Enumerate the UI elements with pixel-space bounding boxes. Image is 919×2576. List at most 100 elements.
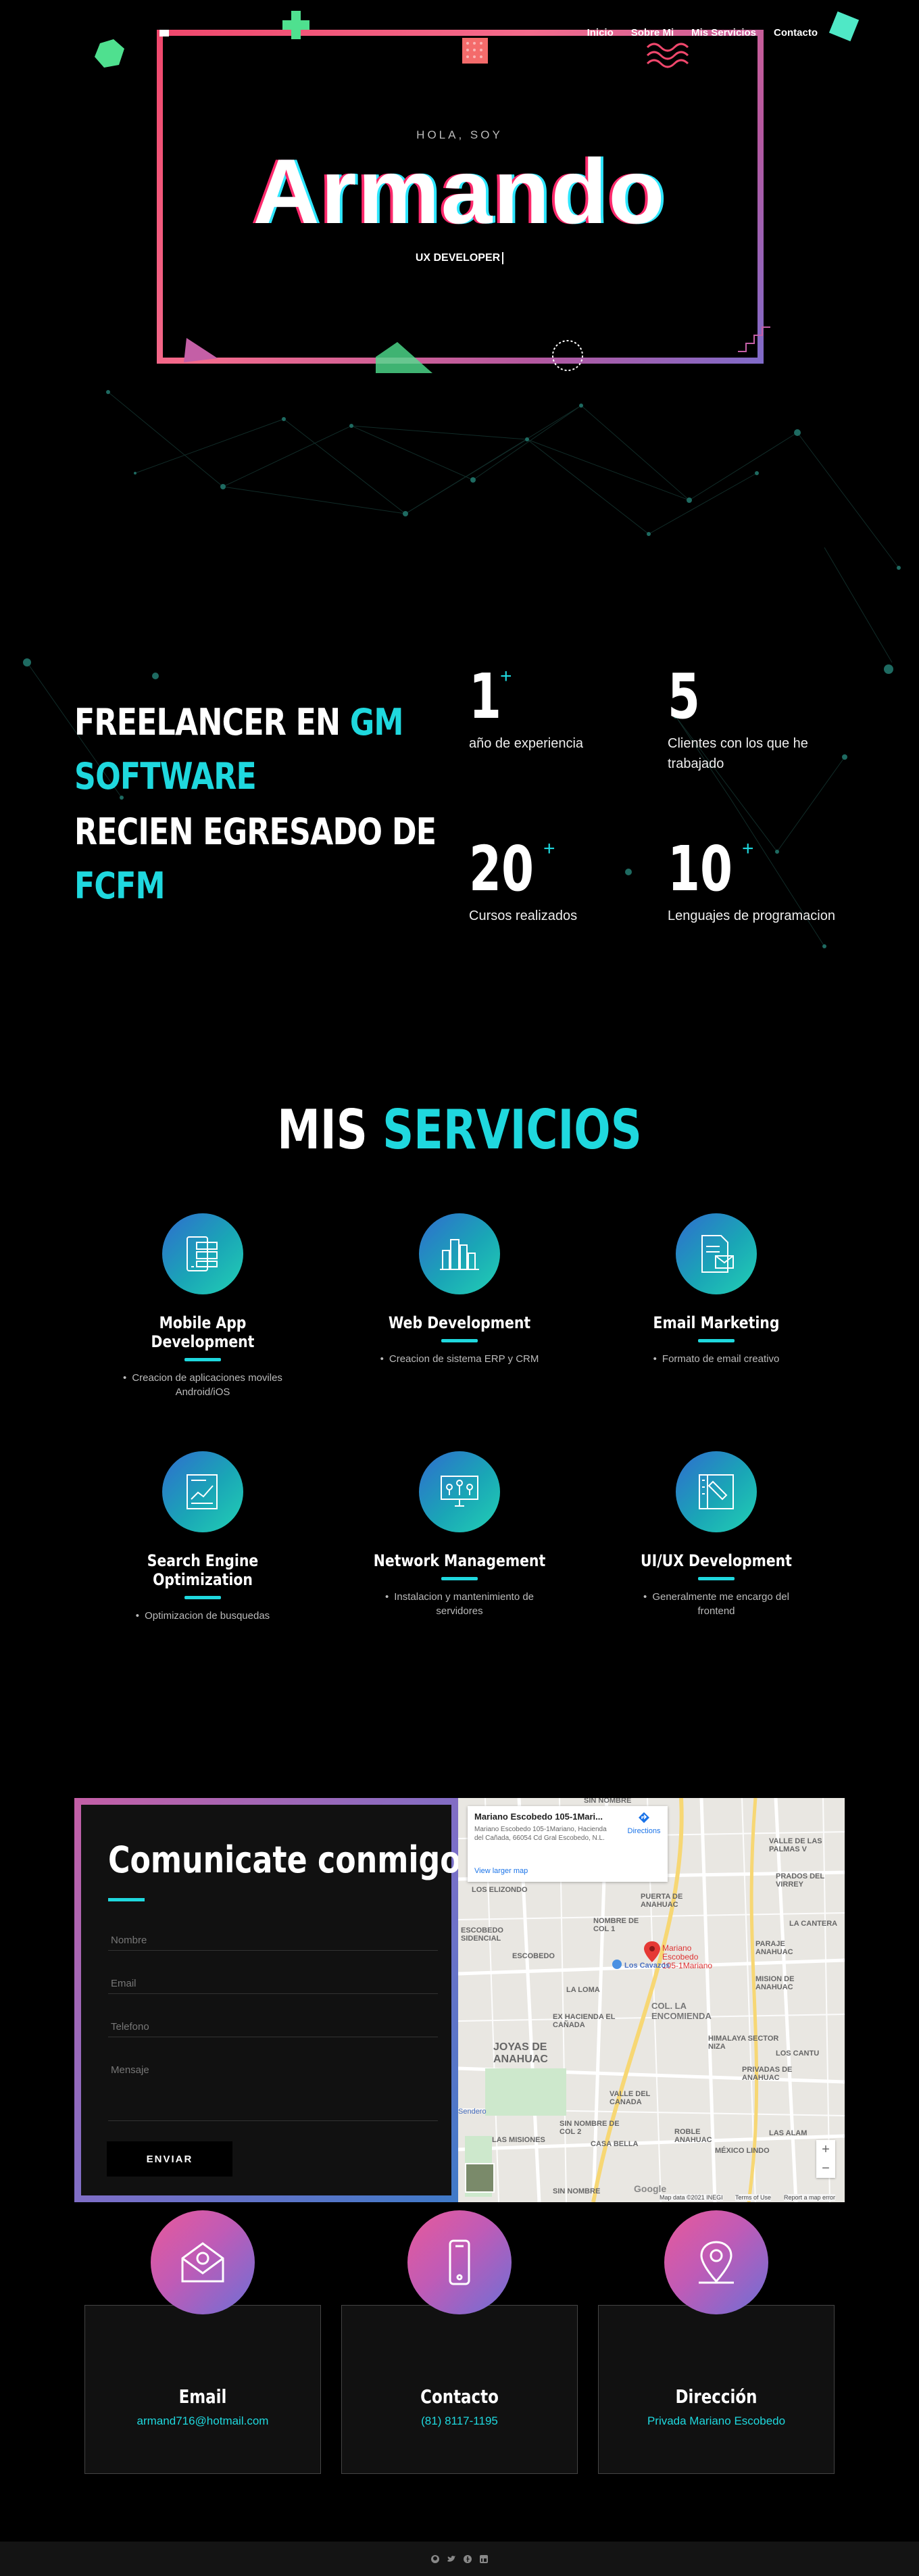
card-value[interactable]: Privada Mariano Escobedo: [599, 2414, 834, 2428]
map-label: CASA BELLA: [591, 2140, 639, 2148]
map-label: VALLE DE LAS PALMAS V: [769, 1837, 822, 1853]
service-underline: [184, 1358, 221, 1361]
card-value[interactable]: (81) 8117-1195: [342, 2414, 577, 2428]
stat-clients: 5 Clientes con los que he trabajado: [668, 666, 843, 774]
map-label: PUERTA DE ANAHUAC: [641, 1893, 683, 1909]
map-label: Sendero: [458, 2108, 487, 2116]
about-line-4: FCFM: [74, 865, 166, 907]
message-field[interactable]: [108, 2060, 438, 2121]
map-label: HIMALAYA SECTOR NIZA: [708, 2035, 779, 2051]
map-label: PRADOS DEL VIRREY: [776, 1872, 824, 1889]
map-label: ROBLE ANAHUAC: [674, 2128, 712, 2144]
satellite-toggle[interactable]: [465, 2163, 495, 2193]
main-nav: Inicio Sobre Mi Mis Servicios Contacto: [587, 27, 818, 39]
map-label: SIN NOMBRE: [584, 1798, 632, 1805]
about-line-3: RECIEN EGRESADO DE: [74, 810, 437, 853]
map-directions[interactable]: Directions: [627, 1812, 661, 1835]
service-desc: Instalacion y mantenimiento de servidore…: [348, 1590, 571, 1618]
nav-link-contacto[interactable]: Contacto: [774, 27, 818, 39]
stat-number: 20: [469, 833, 535, 905]
email-icon: [151, 2210, 255, 2314]
steps-shape: [738, 326, 770, 352]
stat-label: Cursos realizados: [469, 908, 578, 923]
map-label: LA LOMA: [566, 1986, 600, 1994]
service-title: Network Management: [373, 1551, 546, 1570]
map-label: Los Cavazos: [624, 1962, 670, 1970]
services-title-a: MIS: [277, 1098, 383, 1161]
about-line-1-highlight: GM: [349, 701, 404, 744]
typing-cursor: [502, 252, 504, 264]
map-label: SIN NOMBRE DE COL 2: [560, 2120, 620, 2136]
hexagon-shape: [95, 39, 124, 68]
service-desc: Creacion de sistema ERP y CRM: [348, 1352, 571, 1366]
map-label: LOS CANTU: [776, 2049, 820, 2058]
stat-plus: +: [742, 837, 754, 860]
map-label: LA CANTERA: [789, 1920, 838, 1928]
email-marketing-icon: [676, 1213, 757, 1294]
email-field[interactable]: [108, 1974, 438, 1994]
phone-icon: [407, 2210, 512, 2314]
zoom-in-button[interactable]: +: [816, 2140, 835, 2159]
service-title: Email Marketing: [653, 1313, 780, 1332]
service-title: UI/UX Development: [641, 1551, 792, 1570]
service-desc: Generalmente me encargo del frontend: [605, 1590, 828, 1618]
stat-label: Clientes con los que he trabajado: [668, 736, 808, 771]
hero-role: UX DEVELOPER: [0, 252, 919, 264]
service-card-web: Web Development Creacion de sistema ERP …: [348, 1213, 571, 1366]
embedded-map[interactable]: Mariano Escobedo 105-1Mariano SIN NOMBRE…: [458, 1798, 845, 2202]
stat-number: 10: [668, 833, 733, 905]
contact-form: Comunicate conmigo ENVIAR: [74, 1798, 461, 2202]
nav-link-sobre-mi[interactable]: Sobre Mi: [631, 27, 674, 39]
google-logo: Google: [634, 2183, 667, 2194]
hero-role-text: UX DEVELOPER: [415, 252, 501, 264]
location-pin-icon: [664, 2210, 768, 2314]
map-label: MÉXICO LINDO: [715, 2147, 770, 2155]
card-title: Dirección: [675, 2385, 757, 2408]
facebook-icon[interactable]: [463, 2554, 472, 2564]
service-desc: Creacion de aplicaciones moviles Android…: [91, 1371, 314, 1399]
name-field[interactable]: [108, 1930, 438, 1951]
map-label: LAS MISIONES: [492, 2136, 545, 2144]
service-underline: [441, 1577, 478, 1580]
phone-field[interactable]: [108, 2017, 438, 2037]
stat-label: Lenguajes de programacion: [668, 908, 835, 923]
web-dev-icon: [419, 1213, 500, 1294]
stat-plus: +: [500, 665, 512, 687]
nav-link-mis-servicios[interactable]: Mis Servicios: [691, 27, 756, 39]
map-report-link[interactable]: Report a map error: [784, 2194, 836, 2201]
card-title: Contacto: [420, 2385, 499, 2408]
stat-label: año de experiencia: [469, 736, 584, 751]
email-card: Email armand716@hotmail.com: [84, 2305, 321, 2474]
linkedin-icon[interactable]: [479, 2554, 489, 2564]
contact-card: Contacto (81) 8117-1195: [341, 2305, 578, 2474]
map-label: JOYAS DE ANAHUAC: [493, 2041, 548, 2065]
service-desc: Formato de email creativo: [605, 1352, 828, 1366]
about-line-1: FREELANCER EN GM: [74, 696, 403, 749]
service-card-mobile: Mobile App Development Creacion de aplic…: [91, 1213, 314, 1399]
service-underline: [698, 1577, 735, 1580]
map-zoom-controls: + −: [816, 2140, 835, 2178]
address-card: Dirección Privada Mariano Escobedo: [598, 2305, 835, 2474]
twitter-icon[interactable]: [447, 2554, 456, 2564]
nav-link-inicio[interactable]: Inicio: [587, 27, 614, 39]
stat-plus: +: [543, 837, 555, 860]
services-title-b: SERVICIOS: [382, 1098, 642, 1161]
view-larger-map-link[interactable]: View larger map: [474, 1867, 528, 1875]
directions-label: Directions: [627, 1827, 661, 1835]
map-label: PRIVADAS DE ANAHUAC: [742, 2066, 793, 2082]
github-icon[interactable]: [430, 2554, 440, 2564]
triangle-shape-center: [376, 342, 432, 373]
service-card-uiux: UI/UX Development Generalmente me encarg…: [605, 1451, 828, 1618]
triangle-shape-left: [184, 338, 218, 362]
stat-number: 5: [668, 660, 701, 733]
map-label: NOMBRE DE COL 1: [593, 1917, 639, 1933]
map-label: ESCOBEDO SIDENCIAL: [461, 1926, 503, 1943]
map-label: LAS ALAM: [769, 2129, 808, 2137]
map-label: SIN NOMBRE: [553, 2187, 601, 2195]
card-value[interactable]: armand716@hotmail.com: [85, 2414, 320, 2428]
map-terms-link[interactable]: Terms of Use: [735, 2194, 772, 2201]
about-line-2: SOFTWARE: [74, 755, 257, 798]
zoom-out-button[interactable]: −: [816, 2159, 835, 2178]
send-button[interactable]: ENVIAR: [107, 2141, 232, 2177]
map-label: VALLE DEL CANADA: [610, 2090, 651, 2106]
